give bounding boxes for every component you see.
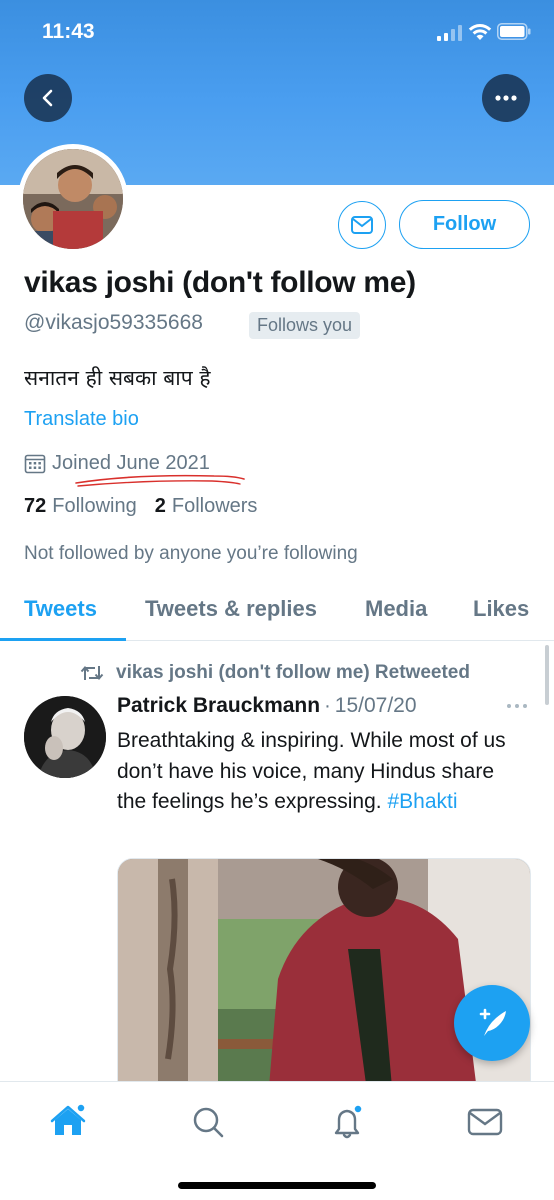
avatar-photo (23, 149, 123, 249)
active-tab-indicator (0, 638, 126, 641)
message-button[interactable] (338, 201, 386, 249)
tweet-author-name[interactable]: Patrick Brauckmann (117, 694, 320, 718)
tweet-separator: · (324, 695, 331, 717)
home-icon (50, 1103, 86, 1135)
tweet-text: Breathtaking & inspiring. While most of … (117, 726, 527, 818)
tweet-header: Patrick Brauckmann · 15/07/20 (117, 694, 417, 718)
following-count-link[interactable]: 72 Following (24, 495, 137, 518)
notifications-icon (334, 1104, 363, 1139)
battery-icon (497, 23, 531, 40)
profile-avatar[interactable] (18, 144, 128, 254)
translate-bio-link[interactable]: Translate bio (24, 408, 139, 431)
profile-tabs: Tweets Tweets & replies Media Likes (0, 585, 554, 641)
more-horizontal-icon (495, 95, 517, 101)
tab-home[interactable] (48, 1102, 88, 1142)
envelope-icon (351, 216, 373, 234)
tab-media[interactable]: Media (365, 596, 427, 622)
retweet-context: vikas joshi (don't follow me) Retweeted (80, 662, 470, 684)
profile-display-name: vikas joshi (don't follow me) (24, 266, 416, 299)
calendar-icon (24, 454, 46, 473)
tab-messages[interactable] (465, 1102, 505, 1142)
cellular-signal-icon (437, 25, 462, 41)
tab-notifications[interactable] (327, 1102, 367, 1142)
status-bar: 11:43 (0, 0, 554, 64)
chevron-left-icon (42, 89, 53, 107)
tweet-media-image (118, 859, 530, 1097)
tab-search[interactable] (188, 1102, 228, 1142)
follow-counts: 72 Following 2 Followers (24, 495, 275, 518)
mutual-followers-note: Not followed by anyone you’re following (24, 543, 358, 564)
following-count: 72 (24, 495, 47, 517)
back-button[interactable] (24, 74, 72, 122)
tweet-date: 15/07/20 (334, 694, 417, 717)
messages-icon (467, 1108, 503, 1136)
followers-count-link[interactable]: 2 Followers (155, 495, 258, 518)
tweet-media[interactable] (117, 858, 531, 1098)
more-options-button[interactable] (482, 74, 530, 122)
profile-bio: सनातन ही सबका बाप है (24, 366, 211, 390)
follows-you-badge: Follows you (249, 312, 361, 339)
followers-label: Followers (171, 495, 258, 517)
compose-tweet-icon (479, 1008, 506, 1036)
tab-tweets[interactable]: Tweets (24, 596, 97, 622)
tweet-avatar-photo (24, 696, 106, 778)
profile-handle: @vikasjo59335668 (24, 311, 203, 334)
search-icon (193, 1107, 224, 1138)
scrollbar[interactable] (545, 645, 549, 705)
red-underline-annotation (75, 474, 245, 487)
wifi-icon (468, 24, 492, 40)
followers-count: 2 (154, 495, 166, 517)
tab-likes[interactable]: Likes (473, 596, 529, 622)
following-label: Following (52, 495, 137, 517)
compose-tweet-button[interactable] (454, 985, 530, 1061)
home-indicator (178, 1182, 376, 1189)
tweet-hashtag[interactable]: #Bhakti (387, 790, 457, 813)
follow-button[interactable]: Follow (399, 200, 530, 249)
retweet-icon (80, 665, 104, 681)
retweet-context-text: vikas joshi (don't follow me) Retweeted (116, 662, 470, 683)
status-time: 11:43 (42, 20, 95, 43)
tweet-author-avatar[interactable] (24, 696, 106, 778)
tab-tweets-replies[interactable]: Tweets & replies (145, 596, 317, 622)
tweet-more-icon[interactable] (506, 702, 528, 710)
